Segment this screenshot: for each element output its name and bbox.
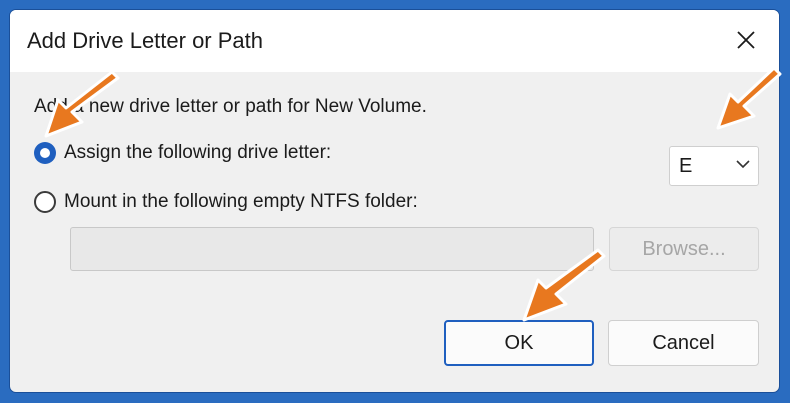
mount-folder-label: Mount in the following empty NTFS folder… <box>64 191 418 212</box>
drive-letter-value: E <box>679 155 693 177</box>
drive-letter-select[interactable]: E <box>669 146 759 186</box>
arrow-annotation <box>44 70 120 138</box>
add-drive-letter-dialog: Add Drive Letter or Path Add a new drive… <box>9 9 780 393</box>
browse-button[interactable]: Browse... <box>609 227 759 271</box>
title-bar: Add Drive Letter or Path <box>10 10 779 72</box>
arrow-annotation <box>716 66 782 130</box>
close-button[interactable] <box>723 20 769 60</box>
cancel-button[interactable]: Cancel <box>608 320 759 366</box>
mount-folder-radio[interactable] <box>34 191 56 213</box>
arrow-annotation <box>522 248 606 322</box>
mount-folder-option[interactable]: Mount in the following empty NTFS folder… <box>34 191 418 213</box>
close-icon <box>737 31 755 49</box>
chevron-down-icon <box>736 160 750 169</box>
dialog-title: Add Drive Letter or Path <box>27 28 264 53</box>
